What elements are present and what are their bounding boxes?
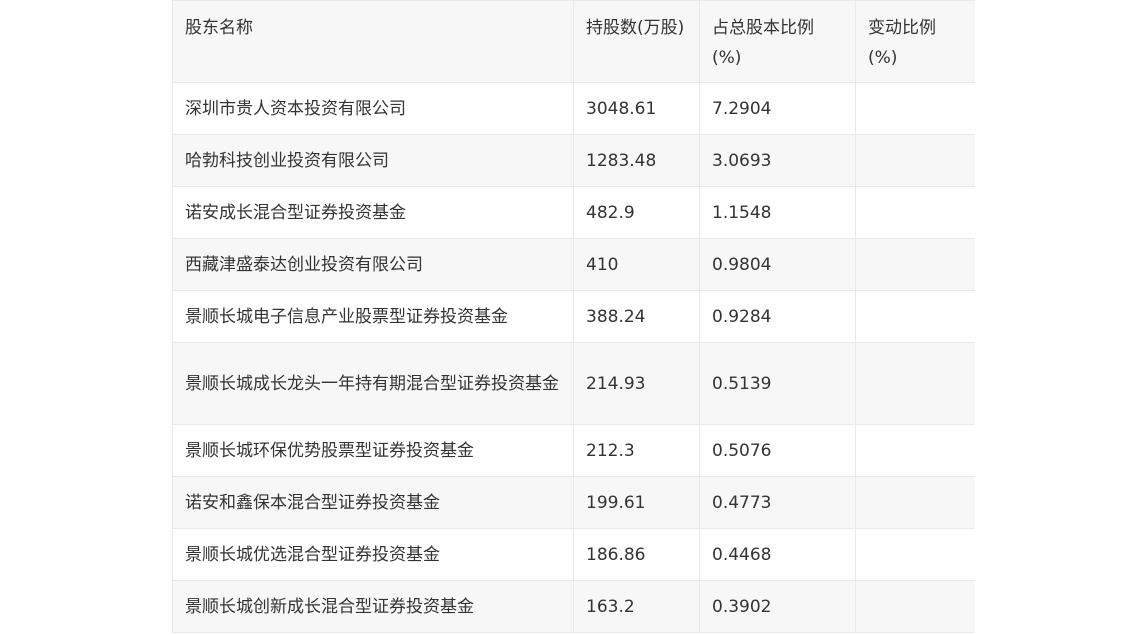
cell-shares: 163.2	[573, 580, 700, 633]
cell-name: 诺安和鑫保本混合型证券投资基金	[172, 476, 574, 529]
cell-shares: 212.3	[573, 424, 700, 477]
cell-ratio: 0.4773	[699, 476, 856, 529]
cell-name: 西藏津盛泰达创业投资有限公司	[172, 238, 574, 291]
cell-shares: 1283.48	[573, 134, 700, 187]
header-shares: 持股数(万股)	[573, 0, 700, 83]
table-row: 哈勃科技创业投资有限公司 1283.48 3.0693	[172, 134, 975, 187]
cell-change	[855, 424, 975, 477]
table-row: 深圳市贵人资本投资有限公司 3048.61 7.2904	[172, 82, 975, 135]
cell-change	[855, 238, 975, 291]
table-row: 景顺长城成长龙头一年持有期混合型证券投资基金 214.93 0.5139	[172, 342, 975, 425]
header-ratio: 占总股本比例(%)	[699, 0, 856, 83]
table-row: 景顺长城电子信息产业股票型证券投资基金 388.24 0.9284	[172, 290, 975, 343]
cell-shares: 482.9	[573, 186, 700, 239]
cell-change	[855, 82, 975, 135]
shareholder-table: 股东名称 持股数(万股) 占总股本比例(%) 变动比例(%) 深圳市贵人资本投资…	[172, 0, 975, 633]
cell-change	[855, 134, 975, 187]
cell-change	[855, 476, 975, 529]
shareholder-table-container: 股东名称 持股数(万股) 占总股本比例(%) 变动比例(%) 深圳市贵人资本投资…	[172, 0, 975, 635]
table-header-row: 股东名称 持股数(万股) 占总股本比例(%) 变动比例(%)	[172, 0, 975, 83]
cell-change	[855, 580, 975, 633]
cell-change	[855, 186, 975, 239]
cell-ratio: 0.5139	[699, 342, 856, 425]
cell-ratio: 1.1548	[699, 186, 856, 239]
cell-shares: 199.61	[573, 476, 700, 529]
cell-name: 诺安成长混合型证券投资基金	[172, 186, 574, 239]
cell-change	[855, 528, 975, 581]
cell-ratio: 0.5076	[699, 424, 856, 477]
cell-shares: 410	[573, 238, 700, 291]
cell-ratio: 0.9804	[699, 238, 856, 291]
cell-ratio: 7.2904	[699, 82, 856, 135]
cell-ratio: 0.3902	[699, 580, 856, 633]
header-shareholder-name: 股东名称	[172, 0, 574, 83]
cell-name: 景顺长城电子信息产业股票型证券投资基金	[172, 290, 574, 343]
table-row: 景顺长城优选混合型证券投资基金 186.86 0.4468	[172, 528, 975, 581]
cell-name: 哈勃科技创业投资有限公司	[172, 134, 574, 187]
cell-ratio: 0.4468	[699, 528, 856, 581]
cell-name: 景顺长城成长龙头一年持有期混合型证券投资基金	[172, 342, 574, 425]
cell-name: 景顺长城创新成长混合型证券投资基金	[172, 580, 574, 633]
cell-shares: 186.86	[573, 528, 700, 581]
cell-change	[855, 342, 975, 425]
header-change: 变动比例(%)	[855, 0, 975, 83]
cell-name: 景顺长城环保优势股票型证券投资基金	[172, 424, 574, 477]
table-row: 景顺长城创新成长混合型证券投资基金 163.2 0.3902	[172, 580, 975, 633]
table-row: 景顺长城环保优势股票型证券投资基金 212.3 0.5076	[172, 424, 975, 477]
table-row: 西藏津盛泰达创业投资有限公司 410 0.9804	[172, 238, 975, 291]
table-row: 诺安成长混合型证券投资基金 482.9 1.1548	[172, 186, 975, 239]
cell-ratio: 3.0693	[699, 134, 856, 187]
cell-shares: 3048.61	[573, 82, 700, 135]
cell-shares: 388.24	[573, 290, 700, 343]
cell-name: 深圳市贵人资本投资有限公司	[172, 82, 574, 135]
cell-change	[855, 290, 975, 343]
cell-shares: 214.93	[573, 342, 700, 425]
cell-name: 景顺长城优选混合型证券投资基金	[172, 528, 574, 581]
table-row: 诺安和鑫保本混合型证券投资基金 199.61 0.4773	[172, 476, 975, 529]
cell-ratio: 0.9284	[699, 290, 856, 343]
